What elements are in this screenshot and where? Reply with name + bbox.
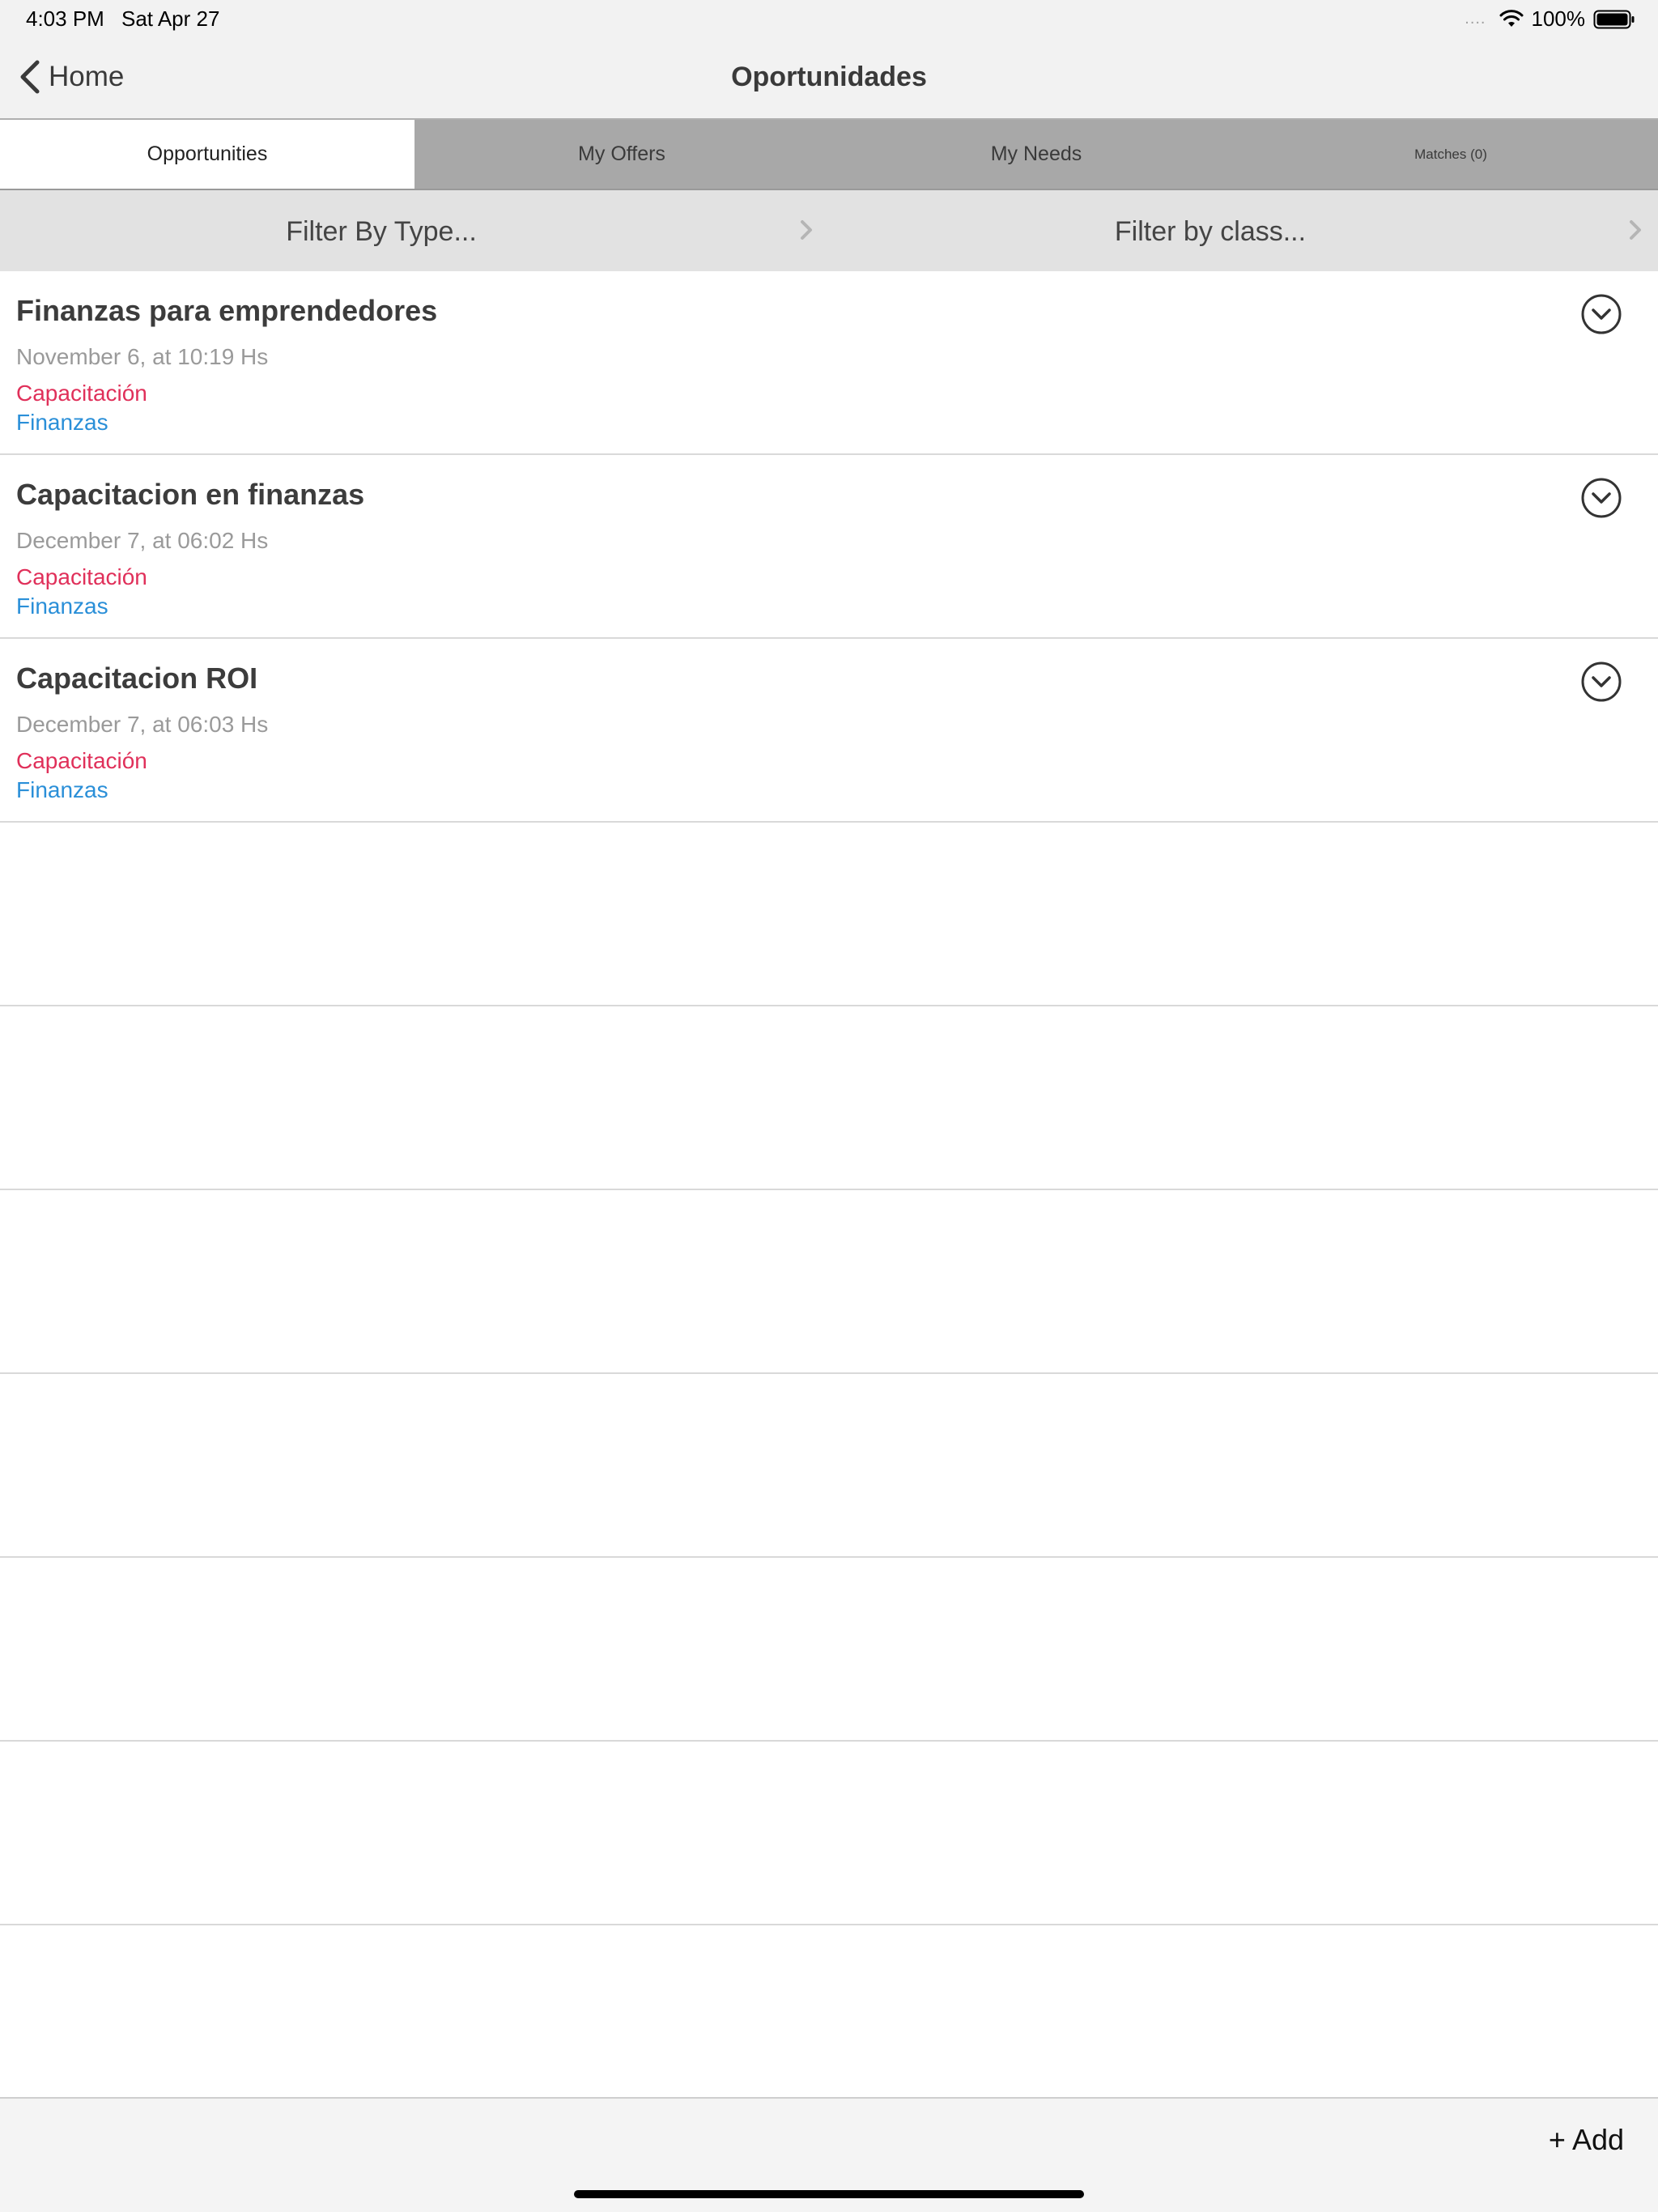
chevron-down-circle-icon[interactable]	[1580, 293, 1622, 335]
filter-by-class-button[interactable]: Filter by class...	[829, 190, 1658, 271]
tab-my-needs[interactable]: My Needs	[829, 120, 1244, 189]
filter-by-type-button[interactable]: Filter By Type...	[0, 190, 829, 271]
page-title: Oportunidades	[731, 62, 927, 92]
tab-opportunities[interactable]: Opportunities	[0, 120, 414, 189]
chevron-right-icon	[1630, 220, 1641, 240]
battery-icon	[1593, 10, 1635, 28]
status-indicators: .... 100%	[1465, 6, 1635, 32]
opportunities-list: Finanzas para emprendedores November 6, …	[0, 271, 1658, 1925]
filter-bar: Filter By Type... Filter by class...	[0, 190, 1658, 271]
empty-row	[0, 1558, 1658, 1742]
item-type: Capacitación	[16, 381, 147, 406]
status-date: Sat Apr 27	[121, 6, 220, 31]
chevron-down-circle-icon[interactable]	[1580, 661, 1622, 703]
wifi-icon	[1499, 9, 1523, 27]
empty-row	[0, 1374, 1658, 1558]
status-bar: 4:03 PM Sat Apr 27 .... 100%	[0, 0, 1658, 39]
list-item[interactable]: Capacitacion en finanzas December 7, at …	[0, 455, 1658, 639]
empty-row	[0, 1742, 1658, 1925]
empty-row	[0, 1006, 1658, 1190]
item-type: Capacitación	[16, 748, 147, 773]
item-type: Capacitación	[16, 564, 147, 589]
item-title: Capacitacion ROI	[16, 661, 258, 695]
list-item[interactable]: Finanzas para emprendedores November 6, …	[0, 271, 1658, 455]
filter-by-type-label: Filter By Type...	[286, 216, 477, 247]
cellular-signal-icon: ....	[1465, 10, 1486, 28]
list-item[interactable]: Capacitacion ROI December 7, at 06:03 Hs…	[0, 639, 1658, 823]
item-date: December 7, at 06:03 Hs	[16, 712, 269, 737]
empty-row	[0, 823, 1658, 1006]
item-class: Finanzas	[16, 410, 108, 435]
add-button[interactable]: + Add	[1549, 2123, 1624, 2157]
status-time: 4:03 PM	[26, 6, 104, 31]
item-class: Finanzas	[16, 593, 108, 619]
item-title: Finanzas para emprendedores	[16, 294, 438, 327]
chevron-right-icon	[801, 220, 812, 240]
filter-by-class-label: Filter by class...	[1114, 216, 1307, 247]
item-date: December 7, at 06:02 Hs	[16, 528, 269, 553]
navigation-bar: Home Oportunidades	[0, 39, 1658, 120]
tab-my-offers[interactable]: My Offers	[414, 120, 829, 189]
item-title: Capacitacion en finanzas	[16, 478, 365, 511]
segmented-tabs: Opportunities My Offers My Needs Matches…	[0, 120, 1658, 190]
chevron-down-circle-icon[interactable]	[1580, 477, 1622, 519]
home-indicator[interactable]	[574, 2190, 1084, 2198]
tab-matches[interactable]: Matches (0)	[1244, 120, 1658, 189]
item-date: November 6, at 10:19 Hs	[16, 344, 269, 369]
battery-percent: 100%	[1531, 6, 1586, 31]
empty-row	[0, 1190, 1658, 1374]
item-class: Finanzas	[16, 777, 108, 802]
